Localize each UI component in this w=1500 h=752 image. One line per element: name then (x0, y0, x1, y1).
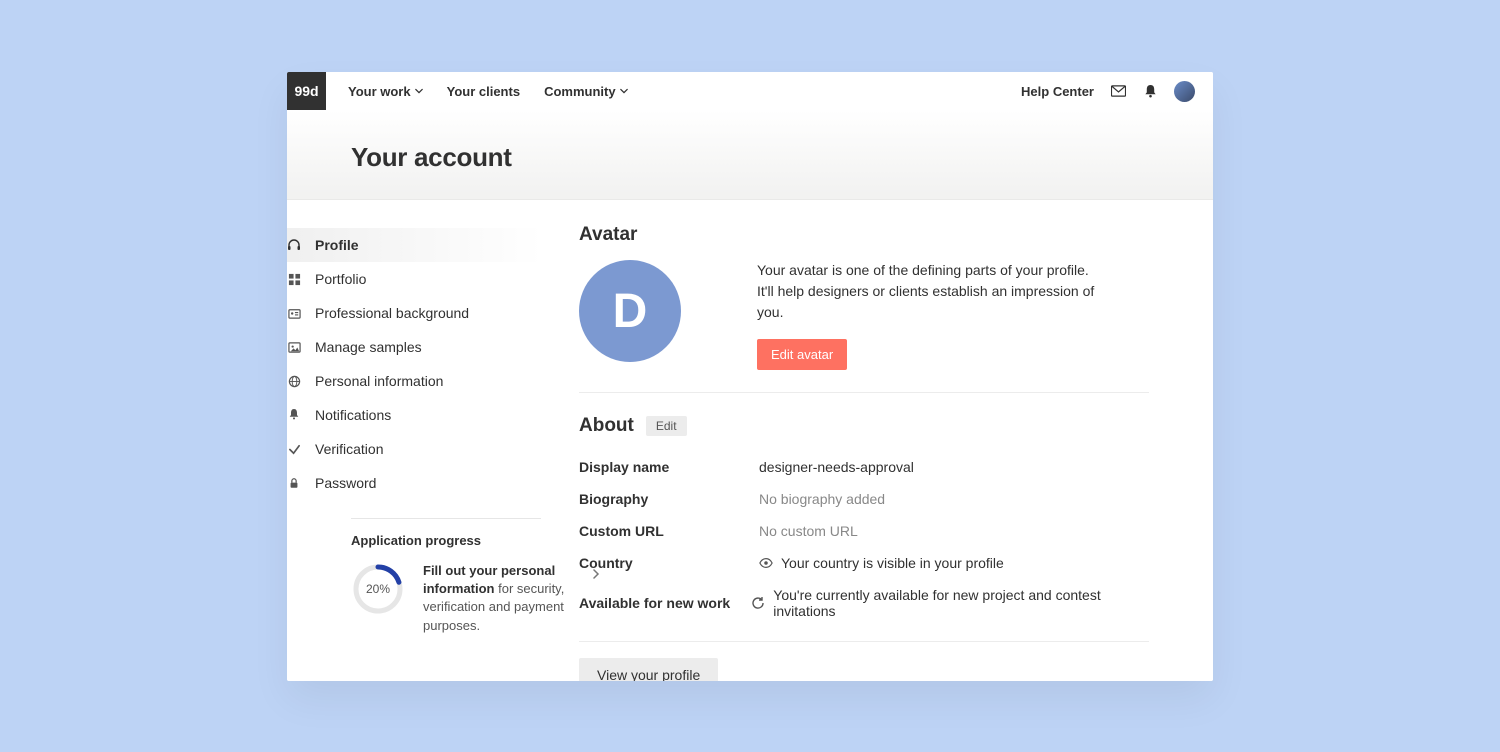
sidebar-separator (351, 518, 541, 519)
about-title-text: About (579, 415, 634, 437)
sidebar-item-personal-information[interactable]: Personal information (287, 364, 543, 398)
sidebar-item-portfolio[interactable]: Portfolio (287, 262, 543, 296)
field-available: Available for new work You're currently … (579, 579, 1149, 627)
sidebar-item-label: Manage samples (315, 339, 422, 355)
sidebar-item-label: Profile (315, 237, 359, 253)
check-icon (287, 442, 301, 456)
headphones-icon (287, 238, 301, 252)
lock-icon (287, 476, 301, 490)
field-label: Biography (579, 491, 759, 507)
application-progress-card[interactable]: 20% Fill out your personal information f… (351, 562, 601, 635)
page-body: Profile Portfolio Professional backgroun… (287, 200, 1213, 681)
bell-icon[interactable] (1142, 83, 1158, 99)
image-icon (287, 340, 301, 354)
chevron-right-icon (591, 566, 601, 576)
field-label: Available for new work (579, 595, 751, 611)
mail-icon[interactable] (1110, 83, 1126, 99)
nav-your-clients-label: Your clients (447, 84, 520, 99)
grid-icon (287, 272, 301, 286)
nav-your-clients[interactable]: Your clients (447, 84, 520, 99)
main-content: Avatar D Your avatar is one of the defin… (559, 200, 1213, 681)
avatar: D (579, 260, 681, 362)
progress-percent: 20% (351, 562, 405, 616)
field-custom-url: Custom URL No custom URL (579, 515, 1149, 547)
page-title: Your account (351, 142, 1213, 173)
nav-your-work[interactable]: Your work (348, 84, 423, 99)
sidebar-item-label: Personal information (315, 373, 443, 389)
avatar-section: D Your avatar is one of the defining par… (579, 260, 1149, 393)
id-icon (287, 306, 301, 320)
sidebar-list: Profile Portfolio Professional backgroun… (287, 228, 543, 500)
chevron-down-icon (620, 87, 628, 95)
user-avatar-menu[interactable] (1174, 81, 1195, 102)
field-label: Custom URL (579, 523, 759, 539)
sidebar-item-label: Portfolio (315, 271, 366, 287)
field-value-row: You're currently available for new proje… (751, 587, 1149, 619)
chevron-down-icon (415, 87, 423, 95)
field-value: You're currently available for new proje… (773, 587, 1149, 619)
sidebar-item-label: Professional background (315, 305, 469, 321)
topbar: 99d Your work Your clients Community Hel… (287, 72, 1213, 110)
avatar-text-column: Your avatar is one of the defining parts… (757, 260, 1097, 370)
app-window: 99d Your work Your clients Community Hel… (287, 72, 1213, 681)
logo[interactable]: 99d (287, 72, 326, 111)
eye-icon (759, 556, 773, 570)
nav-community[interactable]: Community (544, 84, 628, 99)
help-center-link[interactable]: Help Center (1021, 84, 1094, 99)
nav-community-label: Community (544, 84, 616, 99)
field-value: No biography added (759, 491, 885, 507)
field-value-row: Your country is visible in your profile (759, 555, 1004, 571)
topbar-right: Help Center (1021, 81, 1213, 102)
sidebar-item-notifications[interactable]: Notifications (287, 398, 543, 432)
avatar-section-title: Avatar (579, 224, 1149, 246)
sidebar-item-label: Password (315, 475, 376, 491)
application-progress-title: Application progress (351, 533, 543, 548)
edit-avatar-button[interactable]: Edit avatar (757, 339, 847, 370)
nav-your-work-label: Your work (348, 84, 411, 99)
field-biography: Biography No biography added (579, 483, 1149, 515)
field-label: Display name (579, 459, 759, 475)
sidebar-item-label: Notifications (315, 407, 391, 423)
refresh-icon (751, 596, 765, 610)
avatar-description: Your avatar is one of the defining parts… (757, 260, 1097, 323)
view-profile-button[interactable]: View your profile (579, 658, 718, 681)
field-label: Country (579, 555, 759, 571)
field-display-name: Display name designer-needs-approval (579, 451, 1149, 483)
sidebar-item-manage-samples[interactable]: Manage samples (287, 330, 543, 364)
sidebar-item-label: Verification (315, 441, 383, 457)
primary-nav: Your work Your clients Community (348, 84, 1021, 99)
page-header: Your account (287, 110, 1213, 200)
edit-about-button[interactable]: Edit (646, 416, 687, 436)
sidebar-item-password[interactable]: Password (287, 466, 543, 500)
field-value: No custom URL (759, 523, 858, 539)
progress-ring: 20% (351, 562, 405, 616)
progress-text: Fill out your personal information for s… (423, 562, 573, 635)
field-country: Country Your country is visible in your … (579, 547, 1149, 579)
sidebar-item-profile[interactable]: Profile (287, 228, 543, 262)
field-value: designer-needs-approval (759, 459, 914, 475)
field-value: Your country is visible in your profile (781, 555, 1004, 571)
globe-icon (287, 374, 301, 388)
sidebar-item-verification[interactable]: Verification (287, 432, 543, 466)
about-section-title: About Edit (579, 415, 1149, 437)
section-separator (579, 641, 1149, 642)
sidebar: Profile Portfolio Professional backgroun… (287, 200, 559, 681)
sidebar-item-professional-background[interactable]: Professional background (287, 296, 543, 330)
bell-icon (287, 408, 301, 422)
